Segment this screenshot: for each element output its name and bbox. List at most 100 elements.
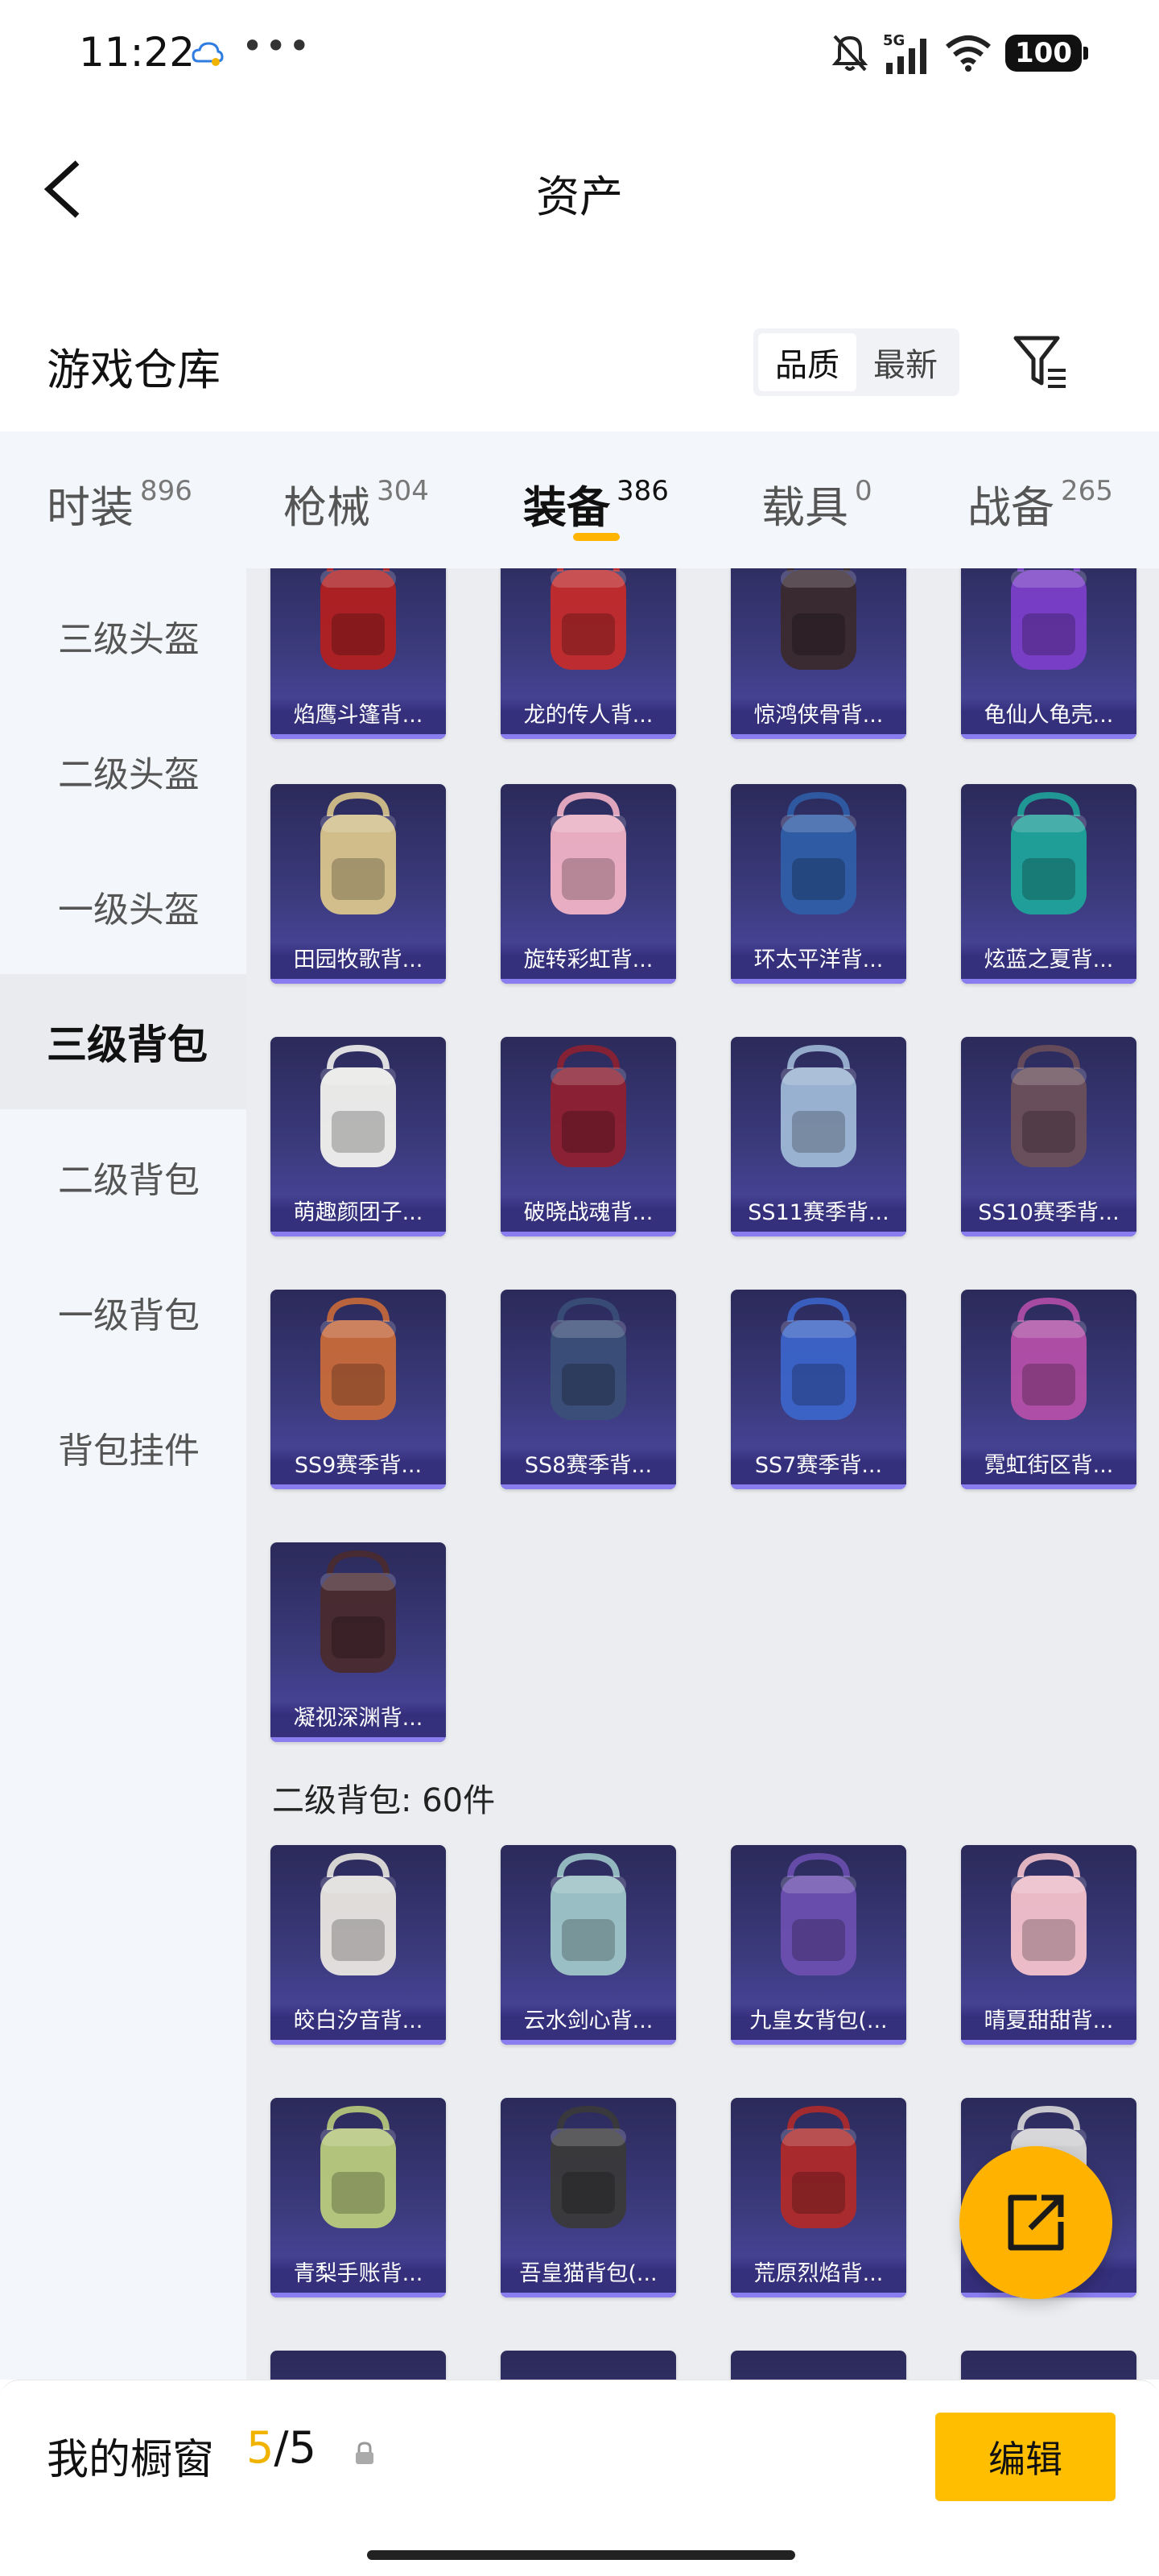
backpack-card[interactable]: 焰鹰斗篷背...: [270, 568, 446, 739]
more-notifications-icon: •••: [241, 24, 312, 68]
backpack-name: 田园牧歌背...: [270, 942, 446, 979]
backpack-card[interactable]: 惊鸿侠骨背...: [731, 568, 906, 739]
tab-supplies[interactable]: 战备 265: [967, 472, 1113, 535]
warehouse-title: 游戏仓库: [47, 345, 221, 395]
category-tabs: 时装 896 枪械 304 装备 386 载具 0 战备 265: [0, 431, 1159, 568]
sidebar-item-backpack-l1[interactable]: 一级背包: [0, 1245, 246, 1380]
backpack-card[interactable]: SS11赛季背...: [731, 1037, 906, 1236]
tab-count: 896: [140, 475, 192, 507]
quality-bar: [270, 979, 446, 984]
sidebar-item-backpack-charm[interactable]: 背包挂件: [0, 1380, 246, 1515]
sidebar-item-helmet-l3[interactable]: 三级头盔: [0, 568, 246, 704]
sidebar-item-helmet-l1[interactable]: 一级头盔: [0, 839, 246, 974]
backpack-name: 荒原烈焰背...: [731, 2256, 906, 2293]
backpack-image: [1011, 791, 1087, 914]
backpack-card[interactable]: 萌趣颜团子...: [270, 1037, 446, 1236]
backpack-name: 皎白汐音背...: [270, 2003, 446, 2040]
backpack-name: 惊鸿侠骨背...: [731, 697, 906, 734]
backpack-name: 凝视深渊背...: [270, 1700, 446, 1737]
backpack-name: 九皇女背包(...: [731, 2003, 906, 2040]
bell-muted-icon: [831, 35, 868, 72]
quality-bar: [270, 1737, 446, 1742]
backpack-name: 龙的传人背...: [501, 697, 676, 734]
backpack-card[interactable]: SS9赛季背...: [270, 1290, 446, 1489]
showcase-bar: 我的橱窗 5/5 编辑: [0, 2380, 1159, 2576]
tab-firearms[interactable]: 枪械 304: [283, 472, 429, 535]
quality-bar: [270, 1232, 446, 1236]
tab-label: 枪械: [283, 482, 370, 533]
quality-bar: [501, 2040, 676, 2045]
backpack-name: 晴夏甜甜背...: [961, 2003, 1136, 2040]
battery-indicator: 100: [1005, 35, 1088, 72]
backpack-card[interactable]: [270, 2351, 446, 2380]
share-button[interactable]: [959, 2146, 1112, 2299]
tab-label: 时装: [47, 482, 134, 533]
backpack-image: [320, 1852, 396, 1975]
backpack-card[interactable]: 破晓战魂背...: [501, 1037, 676, 1236]
showcase-total: 5: [288, 2422, 316, 2473]
backpack-card[interactable]: 青梨手账背...: [270, 2098, 446, 2297]
tab-vehicles[interactable]: 载具 0: [761, 472, 872, 535]
signal-5g-icon: 5G: [883, 32, 927, 74]
backpack-card[interactable]: 旋转彩虹背...: [501, 784, 676, 984]
item-grid: 焰鹰斗篷背... 龙的传人背... 惊鸿侠骨背... 龟仙人龟壳... 田园牧歌背...…: [246, 568, 1159, 2380]
filter-icon[interactable]: [1008, 330, 1072, 394]
subcategory-sidebar: 三级头盔 二级头盔 一级头盔 三级背包 二级背包 一级背包 背包挂件: [0, 568, 246, 2380]
backpack-image: [781, 2105, 856, 2228]
backpack-card[interactable]: 炫蓝之夏背...: [961, 784, 1136, 984]
backpack-card[interactable]: 环太平洋背...: [731, 784, 906, 984]
backpack-image: [781, 1044, 856, 1167]
backpack-image: [781, 791, 856, 914]
backpack-image: [320, 1044, 396, 1167]
backpack-name: 焰鹰斗篷背...: [270, 697, 446, 734]
page-title: 资产: [536, 171, 623, 222]
backpack-card[interactable]: 吾皇猫背包(...: [501, 2098, 676, 2297]
quality-bar: [961, 1232, 1136, 1236]
backpack-card[interactable]: SS7赛季背...: [731, 1290, 906, 1489]
tab-label: 装备: [523, 482, 610, 533]
backpack-card[interactable]: SS10赛季背...: [961, 1037, 1136, 1236]
sidebar-item-backpack-l3[interactable]: 三级背包: [0, 974, 246, 1109]
backpack-name: SS10赛季背...: [961, 1195, 1136, 1232]
quality-bar: [961, 979, 1136, 984]
sort-by-quality[interactable]: 品质: [758, 333, 856, 391]
backpack-card[interactable]: 晴夏甜甜背...: [961, 1845, 1136, 2045]
backpack-card[interactable]: 凝视深渊背...: [270, 1542, 446, 1742]
backpack-card[interactable]: 霓虹街区背...: [961, 1290, 1136, 1489]
home-indicator: [367, 2550, 795, 2560]
backpack-card[interactable]: [501, 2351, 676, 2380]
status-icons: 5G 100: [831, 29, 1088, 77]
backpack-name: 霓虹街区背...: [961, 1447, 1136, 1484]
quality-bar: [270, 2293, 446, 2297]
backpack-card[interactable]: 龟仙人龟壳...: [961, 568, 1136, 739]
quality-bar: [501, 1484, 676, 1489]
backpack-name: SS9赛季背...: [270, 1447, 446, 1484]
backpack-card[interactable]: 云水剑心背...: [501, 1845, 676, 2045]
backpack-name: 龟仙人龟壳...: [961, 697, 1136, 734]
backpack-card[interactable]: 皎白汐音背...: [270, 1845, 446, 2045]
backpack-card[interactable]: [731, 2351, 906, 2380]
tab-fashion[interactable]: 时装 896: [47, 472, 192, 535]
backpack-card[interactable]: 荒原烈焰背...: [731, 2098, 906, 2297]
sort-by-newest[interactable]: 最新: [856, 333, 955, 391]
backpack-card[interactable]: 龙的传人背...: [501, 568, 676, 739]
status-bar: 11:22 ••• 5G 100: [0, 0, 1159, 105]
backpack-image: [1011, 1852, 1087, 1975]
quality-bar: [961, 1484, 1136, 1489]
active-tab-indicator: [573, 533, 620, 541]
quality-bar: [731, 2040, 906, 2045]
sidebar-item-backpack-l2[interactable]: 二级背包: [0, 1109, 246, 1245]
quality-bar: [501, 1232, 676, 1236]
backpack-card[interactable]: 九皇女背包(...: [731, 1845, 906, 2045]
sidebar-item-helmet-l2[interactable]: 二级头盔: [0, 704, 246, 839]
backpack-name: SS7赛季背...: [731, 1447, 906, 1484]
edit-button[interactable]: 编辑: [935, 2413, 1116, 2501]
backpack-card[interactable]: 田园牧歌背...: [270, 784, 446, 984]
backpack-card[interactable]: SS8赛季背...: [501, 1290, 676, 1489]
status-time: 11:22: [79, 29, 196, 76]
backpack-image: [320, 791, 396, 914]
tab-count: 0: [855, 475, 872, 507]
tab-equipment[interactable]: 装备 386: [523, 472, 669, 535]
backpack-image: [320, 1297, 396, 1420]
backpack-card[interactable]: [961, 2351, 1136, 2380]
